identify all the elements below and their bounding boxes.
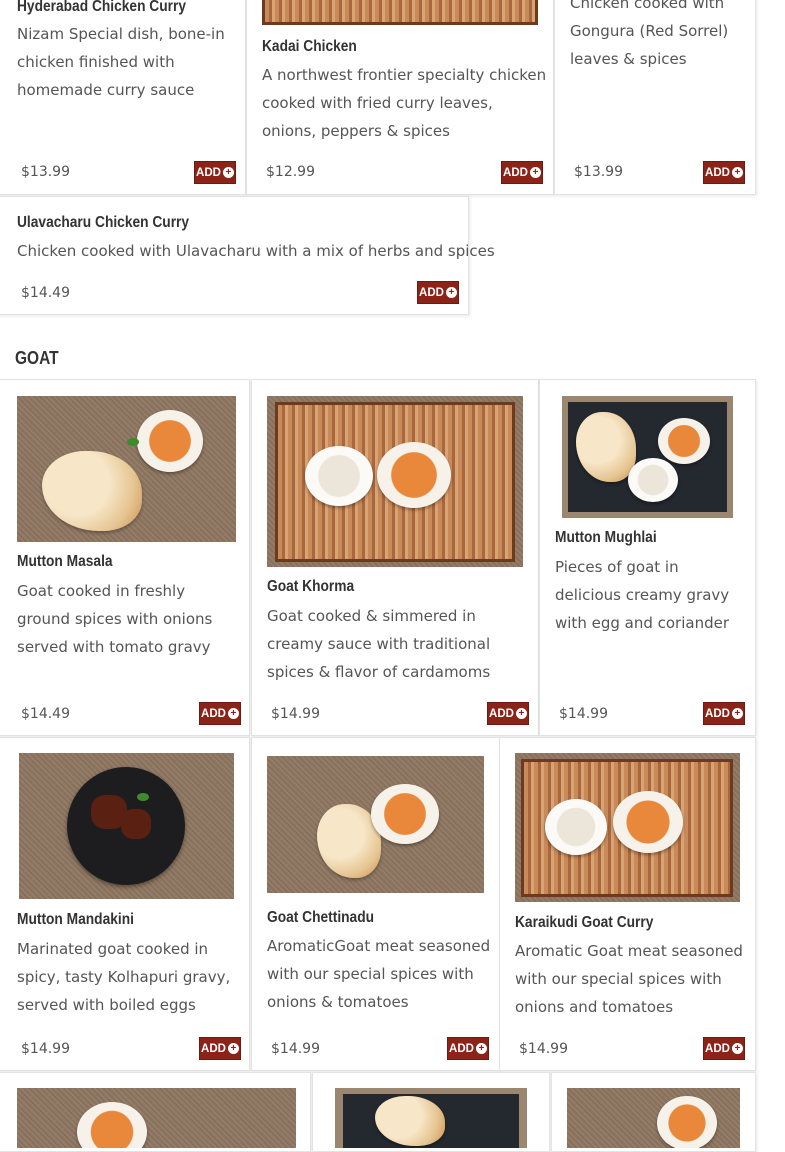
plus-circle-icon: + xyxy=(731,167,743,178)
item-title: Goat Chettinadu xyxy=(267,909,375,926)
item-description: Marinated goat cooked in spicy, tasty Ko… xyxy=(17,940,231,1014)
item-description: Chicken cooked with Ulavacharu with a mi… xyxy=(17,242,495,260)
add-label: ADD xyxy=(705,166,730,179)
item-description: AromaticGoat meat seasoned with our spec… xyxy=(267,937,491,1011)
plus-circle-icon: + xyxy=(731,1043,743,1054)
plus-circle-icon: + xyxy=(731,708,743,719)
food-image xyxy=(17,396,236,542)
item-title: Mutton Masala xyxy=(17,553,113,570)
food-image xyxy=(262,0,538,25)
item-price: $13.99 xyxy=(21,164,70,180)
add-label: ADD xyxy=(705,707,730,720)
plus-circle-icon: + xyxy=(445,287,457,298)
item-title: Mutton Mughlai xyxy=(555,529,657,546)
add-button[interactable]: ADD + xyxy=(417,281,459,304)
menu-item-card xyxy=(551,1072,756,1152)
menu-item-card: Ulavacharu Chicken Curry Chicken cooked … xyxy=(0,196,495,315)
menu-item-card: Goat Chettinadu AromaticGoat meat season… xyxy=(251,737,500,1071)
food-image xyxy=(19,753,234,899)
item-price: $14.99 xyxy=(21,1041,70,1057)
add-label: ADD xyxy=(705,1042,730,1055)
food-image xyxy=(335,1088,527,1148)
add-button[interactable]: ADD + xyxy=(487,702,529,725)
item-title: Goat Khorma xyxy=(267,578,355,595)
item-price: $14.99 xyxy=(559,706,608,722)
add-label: ADD xyxy=(449,1042,474,1055)
food-image xyxy=(17,1088,296,1148)
menu-item-card: Mutton Masala Goat cooked in freshly gro… xyxy=(0,379,250,736)
food-image xyxy=(567,1088,740,1148)
menu-item-card: Mutton Mughlai Pieces of goat in delicio… xyxy=(539,379,756,736)
item-description: Pieces of goat in delicious creamy gravy… xyxy=(555,558,730,632)
menu-item-card: Mutton Mandakini Marinated goat cooked i… xyxy=(0,737,250,1071)
menu-item-card: Kadai Chicken A northwest frontier speci… xyxy=(246,0,554,195)
add-button[interactable]: ADD + xyxy=(199,1037,241,1060)
add-label: ADD xyxy=(489,707,514,720)
add-label: ADD xyxy=(201,1042,226,1055)
food-image xyxy=(267,756,484,893)
item-description: Nizam Special dish, bone-in chicken fini… xyxy=(17,25,225,99)
plus-circle-icon: + xyxy=(475,1043,487,1054)
item-price: $13.99 xyxy=(574,164,623,180)
add-button[interactable]: ADD + xyxy=(703,161,745,184)
item-title: Kadai Chicken xyxy=(262,38,357,55)
plus-circle-icon: + xyxy=(529,167,541,178)
section-heading-goat: GOAT xyxy=(15,348,59,368)
menu-item-card: Goat Khorma Goat cooked & simmered in cr… xyxy=(251,379,539,736)
item-description: Chicken cooked with Gongura (Red Sorrel)… xyxy=(570,0,729,68)
food-image xyxy=(267,396,523,567)
plus-circle-icon: + xyxy=(515,708,527,719)
add-label: ADD xyxy=(201,707,226,720)
item-description: Goat cooked in freshly ground spices wit… xyxy=(17,582,213,656)
food-image xyxy=(562,396,733,518)
add-button[interactable]: ADD + xyxy=(199,702,241,725)
add-button[interactable]: ADD + xyxy=(194,161,236,184)
item-title: Mutton Mandakini xyxy=(17,911,134,928)
add-button[interactable]: ADD + xyxy=(703,1037,745,1060)
add-button[interactable]: ADD + xyxy=(501,161,543,184)
item-price: $14.49 xyxy=(21,285,70,301)
menu-item-card xyxy=(312,1072,550,1152)
add-label: ADD xyxy=(503,166,528,179)
add-label: ADD xyxy=(419,286,444,299)
plus-circle-icon: + xyxy=(227,1043,239,1054)
add-button[interactable]: ADD + xyxy=(447,1037,489,1060)
plus-circle-icon: + xyxy=(222,167,234,178)
item-description: A northwest frontier specialty chicken c… xyxy=(262,66,547,140)
item-title: Ulavacharu Chicken Curry xyxy=(17,214,190,231)
item-price: $14.99 xyxy=(271,706,320,722)
food-image xyxy=(515,753,740,902)
item-title: Hyderabad Chicken Curry xyxy=(17,0,187,15)
plus-circle-icon: + xyxy=(227,708,239,719)
item-price: $14.99 xyxy=(271,1041,320,1057)
menu-item-card: Karaikudi Goat Curry Aromatic Goat meat … xyxy=(499,737,756,1071)
add-button[interactable]: ADD + xyxy=(703,702,745,725)
add-label: ADD xyxy=(196,166,221,179)
item-price: $14.99 xyxy=(519,1041,568,1057)
menu-item-card xyxy=(0,1072,311,1152)
item-title: Karaikudi Goat Curry xyxy=(515,914,654,931)
item-description: Goat cooked & simmered in creamy sauce w… xyxy=(267,607,491,681)
menu-item-card: Hyderabad Chicken Curry Nizam Special di… xyxy=(0,0,246,195)
item-price: $12.99 xyxy=(266,164,315,180)
item-description: Aromatic Goat meat seasoned with our spe… xyxy=(515,942,743,1016)
menu-item-card: Chicken cooked with Gongura (Red Sorrel)… xyxy=(554,0,756,195)
item-price: $14.49 xyxy=(21,706,70,722)
